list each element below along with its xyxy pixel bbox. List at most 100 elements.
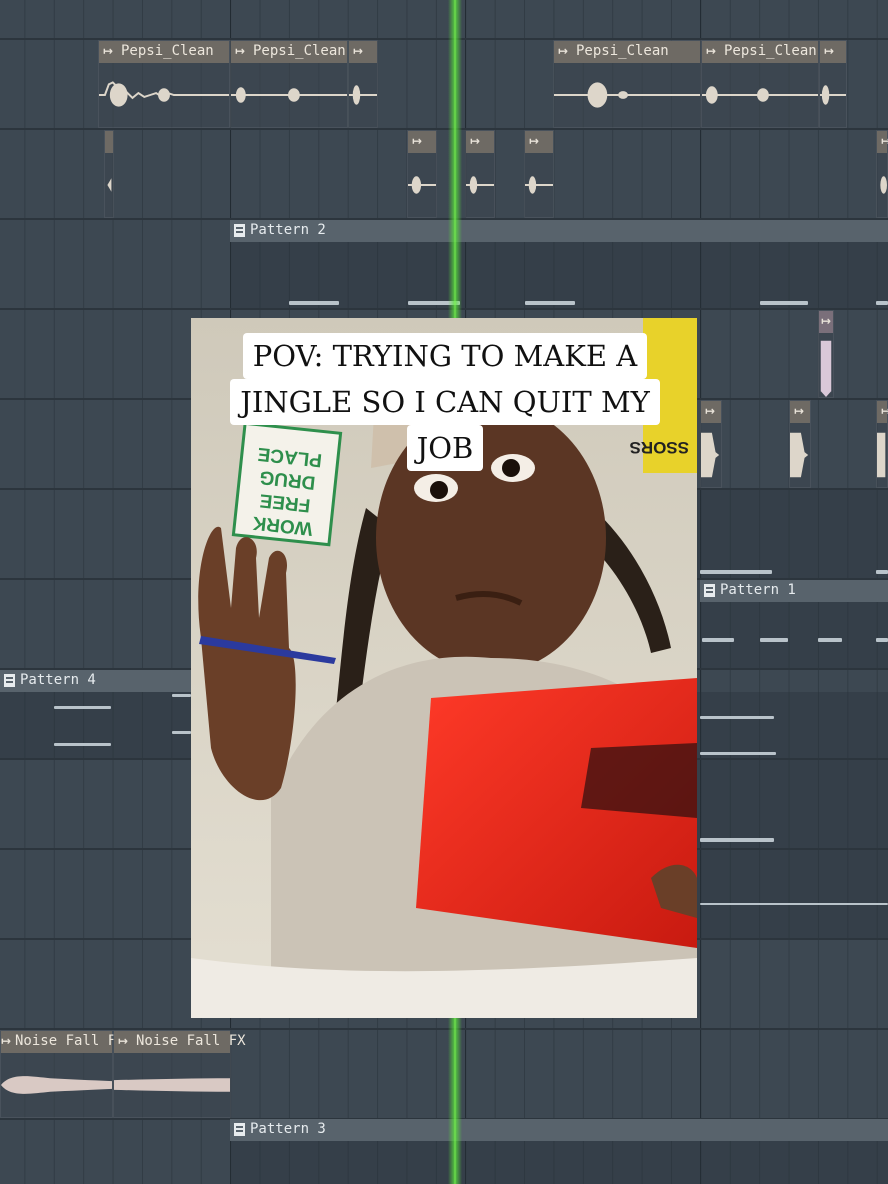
pattern-body (230, 1141, 888, 1184)
audio-clip-short[interactable]: ↦ (700, 400, 722, 488)
audio-clip-short[interactable]: ↦ (524, 130, 554, 218)
pattern-clip-pattern-2[interactable]: Pattern 2 (230, 220, 888, 242)
note (525, 301, 575, 305)
clip-arrow-icon: ↦ (706, 44, 717, 58)
clip-arrow-icon: ↦ (705, 404, 716, 418)
note (700, 716, 774, 719)
audio-clip-noise-fall[interactable]: ↦ Noise Fall FX (0, 1030, 125, 1118)
note (760, 638, 788, 642)
note (289, 301, 339, 305)
waveform (1, 1053, 112, 1117)
pattern-body (697, 760, 888, 848)
clip-arrow-icon: ↦ (1, 1034, 12, 1048)
pattern-icon (704, 584, 715, 597)
clip-label: Noise Fall FX (136, 1033, 246, 1049)
clip-arrow-icon: ↦ (821, 314, 832, 328)
pattern-clip-pattern-1[interactable]: Pattern 1 (700, 580, 888, 602)
audio-clip-pepsi[interactable]: ↦ Pepsi_Clean (98, 40, 230, 128)
pattern-clip-pattern-4[interactable]: Pattern 4 (0, 670, 191, 692)
note (54, 706, 111, 709)
waveform (701, 423, 721, 487)
clip-label: Noise Fall FX (15, 1033, 125, 1049)
waveform (349, 63, 377, 127)
audio-clip-noise-fall[interactable]: ↦ Noise Fall FX (113, 1030, 246, 1118)
clip-arrow-icon: ↦ (794, 404, 805, 418)
waveform (877, 423, 887, 487)
clip-label: Pepsi_Clean (121, 43, 214, 59)
video-caption: POV: TRYING TO MAKE A JINGLE SO I CAN QU… (206, 333, 684, 471)
clip-label: Pepsi_Clean (724, 43, 817, 59)
pattern-body (697, 850, 888, 938)
audio-clip-short[interactable]: ↦ (876, 400, 888, 488)
note (876, 638, 888, 642)
caption-line: POV: TRYING TO MAKE A (242, 333, 648, 379)
lane-divider (0, 128, 888, 130)
note (54, 743, 111, 746)
clip-arrow-icon: ↦ (103, 44, 114, 58)
waveform (114, 1053, 230, 1117)
clip-arrow-icon: ↦ (353, 44, 364, 58)
note (876, 570, 888, 574)
waveform (466, 153, 494, 217)
clip-arrow-icon: ↦ (118, 1034, 129, 1048)
audio-clip-short[interactable]: ↦ (876, 130, 888, 218)
note (700, 752, 776, 755)
note (818, 638, 842, 642)
waveform (99, 63, 229, 127)
audio-clip-pepsi[interactable]: ↦ Pepsi_Clean (701, 40, 819, 128)
note (702, 638, 734, 642)
note (700, 570, 772, 574)
note (172, 694, 191, 697)
pattern-label: Pattern 4 (20, 672, 96, 688)
audio-clip-pepsi[interactable]: ↦ Pepsi_Clean (553, 40, 701, 128)
waveform (819, 333, 833, 397)
waveform (702, 63, 818, 127)
note (760, 301, 808, 305)
clip-arrow-icon: ↦ (470, 134, 481, 148)
clip-arrow-icon: ↦ (235, 44, 246, 58)
waveform (525, 153, 553, 217)
clip-arrow-icon: ↦ (558, 44, 569, 58)
lane-divider (0, 308, 888, 310)
waveform (790, 423, 810, 487)
pattern-icon (234, 1123, 245, 1136)
clip-label: Pepsi_Clean (253, 43, 346, 59)
pattern-body (230, 242, 888, 308)
audio-clip-pepsi[interactable]: ↦ (348, 40, 378, 128)
note (172, 731, 191, 734)
pattern-icon (234, 224, 245, 237)
caption-line: JOB (406, 425, 484, 471)
pattern-body (697, 692, 888, 758)
pattern-body (0, 692, 191, 758)
clip-arrow-icon: ↦ (881, 404, 888, 418)
clip-arrow-icon: ↦ (824, 44, 835, 58)
pattern-icon (4, 674, 15, 687)
audio-clip-short[interactable]: ↦ (465, 130, 495, 218)
note (700, 903, 888, 905)
note (700, 838, 774, 842)
waveform (554, 63, 700, 127)
pattern-clip-pattern-3[interactable]: Pattern 3 (230, 1119, 888, 1141)
clip-arrow-icon: ↦ (529, 134, 540, 148)
waveform (105, 153, 113, 217)
waveform (231, 63, 347, 127)
caption-line: JINGLE SO I CAN QUIT MY (230, 379, 660, 425)
waveform (408, 153, 436, 217)
waveform (820, 63, 846, 127)
audio-clip-pepsi[interactable]: ↦ Pepsi_Clean (230, 40, 348, 128)
audio-clip-short[interactable]: ↦ (407, 130, 437, 218)
waveform (877, 153, 887, 217)
clip-arrow-icon: ↦ (881, 134, 888, 148)
clip-arrow-icon: ↦ (412, 134, 423, 148)
audio-clip-pepsi[interactable]: ↦ (819, 40, 847, 128)
audio-clip-short[interactable] (104, 130, 114, 218)
pattern-body (700, 602, 888, 668)
audio-clip-small[interactable]: ↦ (818, 310, 834, 398)
pattern-label: Pattern 1 (720, 582, 796, 598)
pattern-body (697, 490, 888, 578)
note (876, 301, 888, 305)
pattern-label: Pattern 3 (250, 1121, 326, 1137)
clip-label: Pepsi_Clean (576, 43, 669, 59)
pattern-label: Pattern 2 (250, 222, 326, 238)
audio-clip-short[interactable]: ↦ (789, 400, 811, 488)
